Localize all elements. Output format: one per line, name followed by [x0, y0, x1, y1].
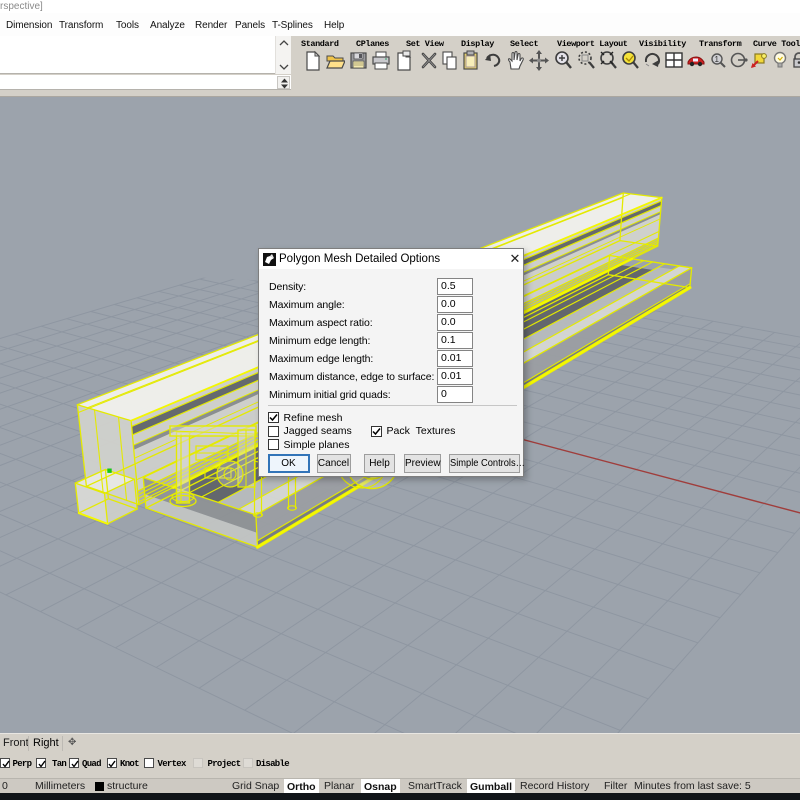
svg-text:1: 1	[715, 55, 720, 64]
